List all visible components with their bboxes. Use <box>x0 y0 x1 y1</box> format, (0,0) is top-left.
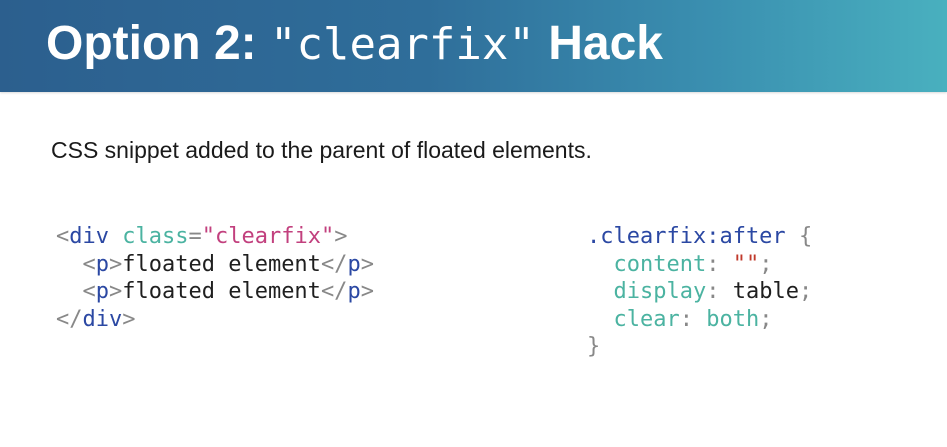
css-property: content <box>613 251 707 277</box>
css-selector: .clearfix:after <box>587 224 786 249</box>
css-rule-display: display: table; <box>587 278 813 306</box>
css-colon: : <box>706 279 720 304</box>
code-line-1: <div class="clearfix"> <box>56 223 374 251</box>
tag-name: p <box>95 279 109 304</box>
css-semicolon: ; <box>798 279 813 304</box>
end-tag-name: p <box>347 251 361 277</box>
code-line-3: <p>floated element</p> <box>56 278 374 306</box>
tag-close-bracket: > <box>334 224 348 249</box>
end-tag-name: p <box>347 279 361 304</box>
slide: Option 2: "clearfix" Hack CSS snippet ad… <box>0 0 947 447</box>
end-tag-close-bracket: > <box>360 279 374 304</box>
end-tag-open-bracket: </ <box>56 306 83 332</box>
title-code: "clearfix" <box>269 19 535 70</box>
end-tag-close-bracket: > <box>360 251 374 277</box>
tag-open-bracket: < <box>82 279 96 304</box>
end-tag-open-bracket: </ <box>320 279 348 304</box>
css-rule-content: content: ""; <box>587 251 812 279</box>
tag-name: div <box>69 224 109 249</box>
end-tag-open-bracket: </ <box>320 251 348 277</box>
css-property: clear <box>613 306 680 332</box>
html-code-snippet: <div class="clearfix"> <p>floated elemen… <box>56 223 374 333</box>
tag-close-bracket: > <box>109 279 123 304</box>
end-tag-name: div <box>82 306 123 332</box>
tag-close-bracket: > <box>109 251 123 277</box>
css-value: both <box>706 306 760 332</box>
element-text: floated element <box>122 251 321 277</box>
attribute-name: class <box>122 224 189 249</box>
css-semicolon: ; <box>759 251 773 277</box>
css-close-brace: } <box>587 334 601 359</box>
css-code-snippet: .clearfix:after { content: ""; display: … <box>587 223 812 361</box>
title-prefix: Option 2: <box>46 17 257 70</box>
tag-open-bracket: < <box>56 224 70 249</box>
css-colon: : <box>706 251 720 277</box>
title-suffix: Hack <box>548 17 663 70</box>
slide-title: Option 2: "clearfix" Hack <box>46 14 663 75</box>
css-value: table <box>732 279 799 304</box>
title-bar: Option 2: "clearfix" Hack <box>0 0 947 92</box>
css-value: "" <box>732 251 760 277</box>
code-line-2: <p>floated element</p> <box>56 251 374 279</box>
css-semicolon: ; <box>759 306 773 332</box>
element-text: floated element <box>122 279 321 304</box>
tag-name: p <box>95 251 109 277</box>
tag-open-bracket: < <box>82 251 96 277</box>
end-tag-close-bracket: > <box>122 306 136 332</box>
css-property: display <box>613 279 707 304</box>
css-open-brace: { <box>798 224 813 249</box>
attribute-value: "clearfix" <box>201 224 335 249</box>
css-close-line: } <box>587 333 812 361</box>
attribute-equals: = <box>188 224 202 249</box>
code-line-4: </div> <box>56 306 374 334</box>
css-rule-clear: clear: both; <box>587 306 812 334</box>
css-selector-line: .clearfix:after { <box>587 223 812 251</box>
slide-subtitle: CSS snippet added to the parent of float… <box>51 137 592 163</box>
css-colon: : <box>679 306 693 332</box>
